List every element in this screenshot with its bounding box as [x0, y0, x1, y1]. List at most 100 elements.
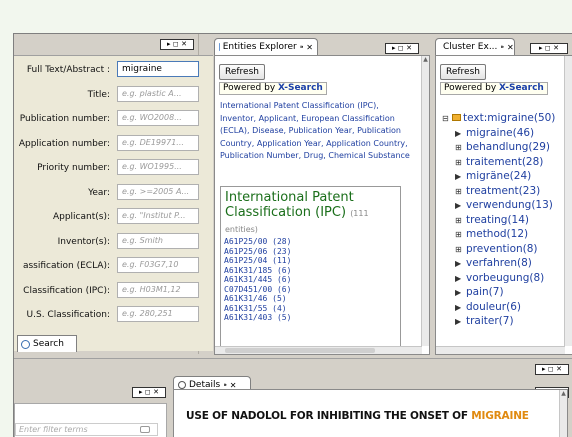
leaf-arrow-icon[interactable]: ▶: [455, 170, 461, 185]
bottom-area: ▸ ◻ ✕ ▸ ◻ ✕ Enter filter terms Details ⁍…: [14, 358, 572, 437]
form-field-input[interactable]: e.g. >=2005 A...: [117, 183, 199, 200]
form-field-label: Title:: [87, 89, 110, 100]
form-row: assification (ECLA): e.g. F03G7,10: [14, 257, 213, 277]
cluster-explorer-panel: Cluster Ex... ⁍ ✕ ▸ ◻ ✕ Refresh Powered …: [435, 34, 572, 356]
cluster-item-label: douleur(6): [466, 300, 521, 313]
expand-icon[interactable]: ⊞: [455, 214, 462, 229]
x-search-link[interactable]: X-Search: [278, 83, 323, 93]
form-field-input[interactable]: migraine: [117, 61, 199, 77]
cluster-item-label: pain(7): [466, 286, 504, 298]
form-field-label: U.S. Classification:: [26, 310, 110, 320]
filter-panel-body: Enter filter terms: [14, 403, 167, 437]
leaf-arrow-icon[interactable]: ▶: [455, 315, 461, 330]
scroll-thumb[interactable]: [225, 348, 375, 353]
filter-input[interactable]: Enter filter terms: [15, 423, 158, 436]
entities-vertical-scrollbar[interactable]: ▲: [421, 56, 429, 346]
search-icon: [21, 339, 30, 349]
cluster-item-label: verfahren(8): [466, 257, 532, 269]
filter-panel-controls[interactable]: ▸ ◻ ✕: [132, 387, 166, 398]
form-panel-controls[interactable]: ▸ ◻ ✕: [160, 39, 194, 50]
entities-explorer-icon: [219, 43, 220, 51]
cluster-refresh-button[interactable]: Refresh: [440, 64, 486, 80]
ipc-title: International Patent Classification (IPC…: [221, 187, 400, 237]
form-row: Priority number: e.g. WO1995...: [14, 159, 213, 179]
cluster-item-label: prevention(8): [466, 242, 538, 255]
search-form-body: Full Text/Abstract : migraine Title: e.g. p…: [14, 55, 213, 351]
folder-icon: [452, 114, 461, 121]
cluster-root[interactable]: ⊟ text:migraine(50): [442, 111, 555, 127]
form-field-input[interactable]: e.g. "Institut P...: [117, 208, 199, 224]
x-search-link[interactable]: X-Search: [499, 83, 544, 93]
form-row: U.S. Classification: e.g. 280,251: [14, 306, 213, 326]
form-row: Publication number: e.g. WO2008...: [14, 110, 213, 130]
ipc-list-item[interactable]: A61K31/46 (5): [224, 294, 400, 304]
expand-icon[interactable]: ⊞: [455, 243, 462, 258]
form-row: Applicant(s): e.g. "Institut P...: [14, 208, 213, 228]
form-field-label: Applicant(s):: [52, 212, 110, 222]
ipc-list-item[interactable]: A61P25/00 (28): [224, 237, 400, 247]
tab-cluster-explorer[interactable]: Cluster Ex... ⁍ ✕: [435, 38, 515, 55]
cluster-powered-by[interactable]: Powered by X-Search: [440, 82, 548, 95]
leaf-arrow-icon[interactable]: ▶: [455, 301, 461, 316]
expand-icon[interactable]: ⊞: [455, 156, 462, 171]
leaf-arrow-icon[interactable]: ▶: [455, 272, 461, 287]
cluster-item-label: treating(14): [466, 213, 530, 226]
form-row: Classification (IPC): e.g. H03M1,12: [14, 281, 213, 302]
ipc-list-item[interactable]: C07D451/00 (6): [224, 285, 400, 295]
cluster-item-label: behandlung(29): [466, 141, 550, 153]
leaf-arrow-icon[interactable]: ▶: [455, 257, 461, 272]
entities-powered-by[interactable]: Powered by X-Search: [219, 82, 327, 95]
entities-panel-controls[interactable]: ▸ ◻ ✕: [385, 43, 419, 54]
form-field-input[interactable]: e.g. 280,251: [117, 306, 199, 322]
cluster-explorer-body: Refresh Powered by X-Search ⊟ text:migra…: [435, 55, 572, 355]
form-row: Title: e.g. plastic A...: [14, 85, 213, 106]
entities-refresh-button[interactable]: Refresh: [219, 64, 265, 80]
ipc-list-item[interactable]: A61K31/55 (4): [224, 304, 400, 314]
cluster-close-icon[interactable]: ⁍ ✕: [500, 43, 513, 52]
expand-icon[interactable]: ⊞: [455, 228, 462, 243]
form-field-input[interactable]: e.g. WO1995...: [117, 159, 199, 175]
form-field-input[interactable]: e.g. WO2008...: [117, 110, 199, 126]
entities-close-icon[interactable]: ⁍ ✕: [300, 43, 313, 52]
entities-explorer-body: Refresh Powered by X-Search Internationa…: [214, 55, 430, 355]
scroll-up-icon[interactable]: ▲: [560, 390, 567, 397]
cluster-item-label: verwendung(13): [466, 199, 553, 211]
form-row: Year: e.g. >=2005 A...: [14, 183, 213, 204]
ipc-list-item[interactable]: A61P25/04 (11): [224, 256, 400, 266]
leaf-arrow-icon[interactable]: ▶: [455, 127, 461, 142]
cluster-items: ▶ migraine(46) ⊞ behandlung(29) ⊞ traitement(…: [442, 126, 553, 329]
form-field-label: Publication number:: [19, 114, 110, 124]
search-tab[interactable]: Search: [17, 335, 77, 352]
expand-icon[interactable]: ⊞: [455, 141, 462, 156]
form-field-input[interactable]: e.g. plastic A...: [117, 85, 199, 102]
ipc-list-item[interactable]: A61P25/06 (23): [224, 247, 400, 257]
cluster-horizontal-scrollbar[interactable]: [436, 346, 565, 354]
tab-entities-explorer[interactable]: Entities Explorer ⁍ ✕: [214, 38, 318, 55]
ipc-title-text: International Patent Classification (IPC…: [225, 190, 354, 220]
details-vertical-scrollbar[interactable]: ▲: [559, 390, 567, 437]
entities-horizontal-scrollbar[interactable]: [215, 346, 422, 354]
expand-icon[interactable]: ⊞: [455, 185, 462, 200]
form-field-input[interactable]: e.g. DE19971...: [117, 134, 199, 151]
ipc-list-item[interactable]: A61K31/185 (6): [224, 266, 400, 276]
details-search-icon: [178, 381, 186, 389]
ipc-list-item[interactable]: A61K31/403 (5): [224, 313, 400, 323]
cluster-item-label: method(12): [466, 228, 529, 240]
cluster-item-label: migraine(46): [466, 126, 535, 139]
leaf-arrow-icon[interactable]: ▶: [455, 286, 461, 301]
form-field-input[interactable]: e.g. Smith: [117, 232, 199, 249]
details-title-text: USE OF NADOLOL FOR INHIBITING THE ONSET …: [186, 410, 472, 422]
cluster-root-label: text:migraine(50): [463, 112, 556, 124]
form-field-input[interactable]: e.g. H03M1,12: [117, 281, 199, 298]
form-field-label: Priority number:: [37, 163, 110, 173]
form-field-input[interactable]: e.g. F03G7,10: [117, 257, 199, 273]
ipc-list-item[interactable]: A61K31/445 (6): [224, 275, 400, 285]
bottom-right-controls[interactable]: ▸ ◻ ✕: [535, 364, 569, 375]
cluster-panel-controls[interactable]: ▸ ◻ ✕: [530, 43, 568, 54]
cluster-vertical-scrollbar[interactable]: [564, 56, 572, 346]
collapse-icon[interactable]: ⊟: [442, 112, 449, 127]
search-tab-label: Search: [33, 339, 64, 349]
clear-filter-icon[interactable]: [140, 426, 150, 433]
leaf-arrow-icon[interactable]: ▶: [455, 199, 461, 214]
scroll-up-icon[interactable]: ▲: [422, 56, 429, 63]
